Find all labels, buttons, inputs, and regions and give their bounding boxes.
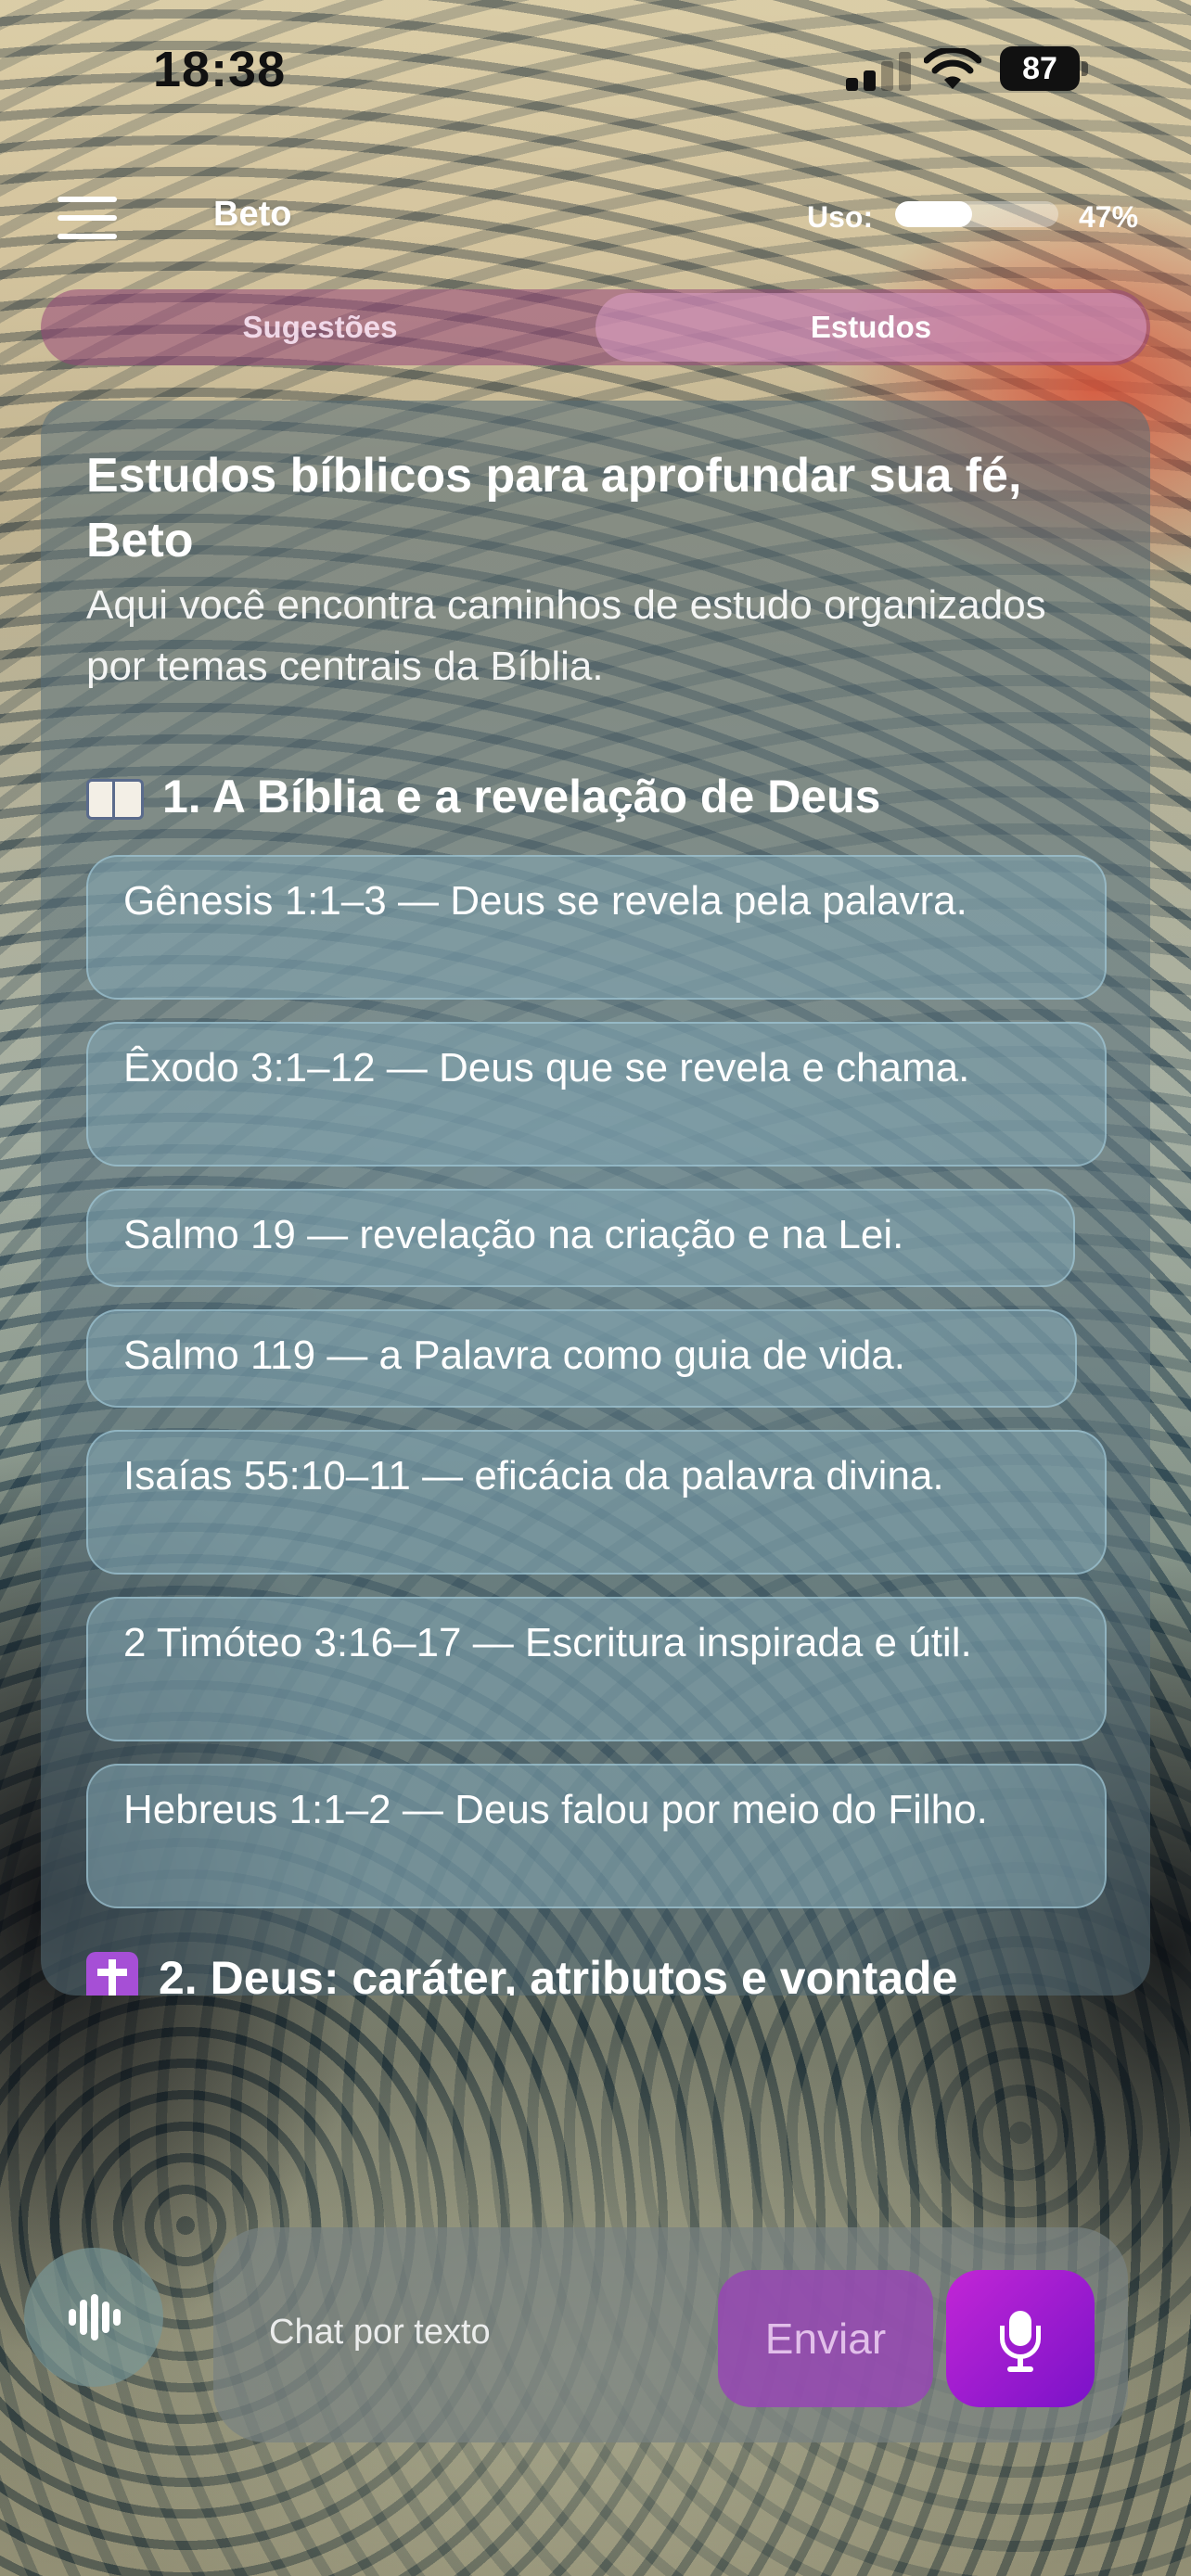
battery-level: 87: [1000, 46, 1080, 91]
studies-title: Estudos bíblicos para aprofundar sua fé,…: [86, 449, 1022, 567]
usage-label: Uso:: [807, 200, 874, 234]
cross-icon: [86, 1952, 138, 1996]
study-item-hebreus[interactable]: Hebreus 1:1–2 — Deus falou por meio do F…: [86, 1764, 1107, 1908]
microphone-button[interactable]: [946, 2270, 1095, 2407]
battery-icon: 87: [1000, 46, 1089, 91]
section-heading-1: 1. A Bíblia e a revelação de Deus: [86, 770, 880, 823]
chat-composer: Enviar: [213, 2227, 1128, 2442]
hamburger-menu-icon[interactable]: [58, 197, 117, 241]
microphone-icon: [1000, 2311, 1041, 2372]
chat-text-input[interactable]: [269, 2300, 714, 2365]
section-heading-text: 2. Deus: caráter, atributos e vontade: [159, 1952, 958, 1996]
study-item-salmo-19[interactable]: Salmo 19 — revelação na criação e na Lei…: [86, 1189, 1075, 1287]
usage-progress-fill: [895, 201, 972, 227]
tab-estudos[interactable]: Estudos: [596, 293, 1146, 362]
study-item-exodo[interactable]: Êxodo 3:1–12 — Deus que se revela e cham…: [86, 1022, 1107, 1167]
cellular-signal-icon: [846, 50, 911, 91]
section-heading-text: 1. A Bíblia e a revelação de Deus: [162, 771, 881, 823]
voice-mode-button[interactable]: [24, 2248, 163, 2387]
study-item-isaias[interactable]: Isaías 55:10–11 — eficácia da palavra di…: [86, 1430, 1107, 1575]
tab-sugestoes[interactable]: Sugestões: [45, 293, 596, 362]
tab-bar: Sugestões Estudos: [41, 289, 1150, 365]
usage-percent: 47%: [1079, 200, 1139, 234]
study-item-2-timoteo[interactable]: 2 Timóteo 3:16–17 — Escritura inspirada …: [86, 1597, 1107, 1741]
usage-progress-bar: [895, 201, 1058, 227]
status-bar: 18:38 87: [0, 0, 1191, 139]
audio-wave-icon: [69, 2294, 121, 2340]
section-heading-2: 2. Deus: caráter, atributos e vontade: [86, 1951, 957, 1996]
user-name: Beto: [213, 195, 292, 234]
study-item-genesis[interactable]: Gênesis 1:1–3 — Deus se revela pela pala…: [86, 855, 1107, 1000]
wifi-icon: [924, 48, 981, 89]
study-item-salmo-119[interactable]: Salmo 119 — a Palavra como guia de vida.: [86, 1309, 1077, 1408]
studies-subtitle: Aqui você encontra caminhos de estudo or…: [86, 582, 1046, 689]
app-header: Beto Uso: 47%: [0, 139, 1191, 278]
open-book-icon: [86, 773, 144, 820]
status-time: 18:38: [153, 42, 287, 97]
studies-card: Estudos bíblicos para aprofundar sua fé,…: [41, 401, 1150, 1996]
send-button[interactable]: Enviar: [718, 2270, 933, 2407]
